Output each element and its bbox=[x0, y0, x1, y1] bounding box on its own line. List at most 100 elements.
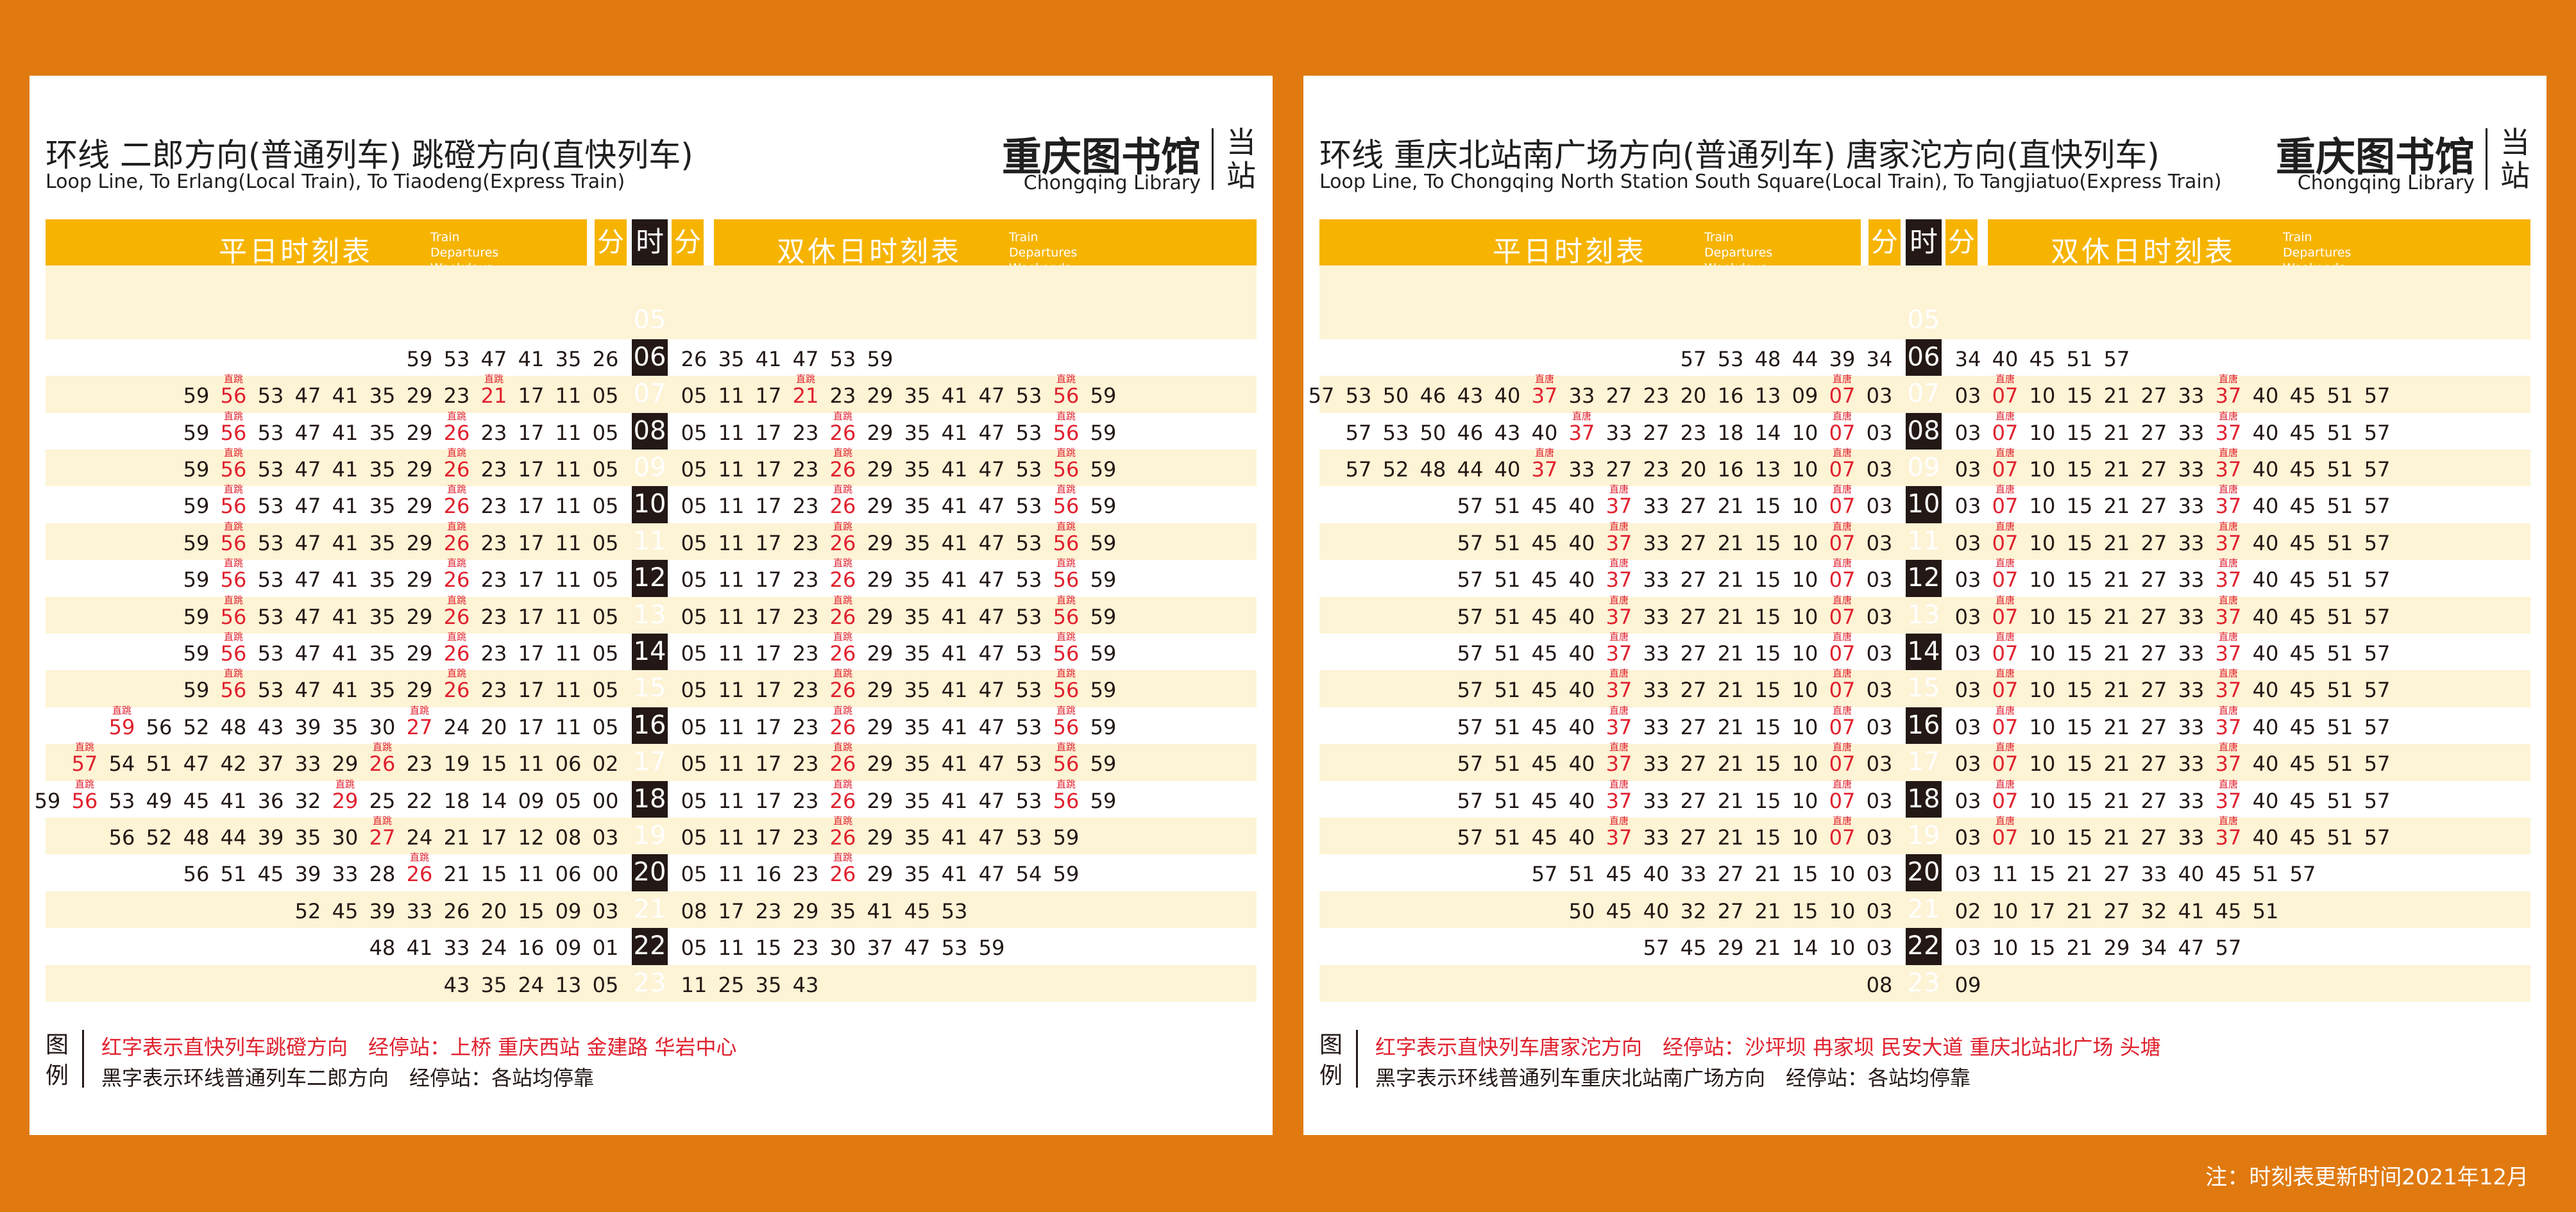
departure-minute: 50 bbox=[1382, 383, 1409, 408]
departure-minute: 57 bbox=[2364, 678, 2391, 703]
express-tag: 直唐 bbox=[2218, 741, 2238, 753]
departure-minute: 37 bbox=[257, 752, 284, 777]
departure-minute: 29 bbox=[792, 898, 819, 923]
hour-cell: 08 bbox=[633, 416, 666, 446]
express-tag: 直跳 bbox=[484, 373, 504, 385]
express-departure-minute: 直唐 07 bbox=[1823, 375, 1861, 408]
departure-minute: 23 bbox=[406, 752, 433, 777]
departure-minute: 53 bbox=[257, 383, 284, 408]
departure-minute: 17 bbox=[518, 383, 545, 408]
departure-minute: 45 bbox=[1531, 494, 1558, 519]
departure-minute: 35 bbox=[904, 530, 931, 555]
express-departure-minute: 直唐 37 bbox=[1600, 743, 1638, 777]
departure-minute: 47 bbox=[480, 346, 507, 371]
departure-minute: 33 bbox=[443, 936, 470, 961]
express-tag: 直跳 bbox=[446, 447, 466, 459]
departure-minute: 40 bbox=[1494, 457, 1521, 482]
express-departure-minute: 直跳 56 bbox=[214, 632, 253, 666]
departure-minute: 17 bbox=[518, 641, 545, 666]
express-departure-minute: 直唐 07 bbox=[1823, 559, 1861, 593]
express-tag: 直唐 bbox=[2218, 815, 2238, 827]
departure-minute: 29 bbox=[406, 678, 433, 703]
departure-minute: 40 bbox=[1568, 568, 1595, 593]
express-departure-minute: 直唐 07 bbox=[1986, 485, 2024, 519]
express-tag: 直唐 bbox=[1832, 704, 1852, 716]
departure-minute: 21 bbox=[2103, 383, 2130, 408]
express-tag: 直唐 bbox=[1609, 704, 1629, 716]
departure-minute: 51 bbox=[2326, 420, 2353, 445]
departure-minute: 33 bbox=[1568, 383, 1595, 408]
departure-minute: 11 bbox=[555, 530, 582, 555]
departure-minute: 33 bbox=[2178, 530, 2205, 555]
express-departure-minute: 直跳 56 bbox=[1047, 705, 1085, 739]
express-departure-minute: 直唐 07 bbox=[1986, 448, 2024, 482]
departure-minute: 41 bbox=[941, 457, 968, 482]
departure-minute: 40 bbox=[2252, 604, 2279, 629]
title-cn: 环线 二郎方向(普通列车) 跳磴方向(直快列车) bbox=[46, 137, 693, 174]
departure-minute: 08 bbox=[681, 898, 708, 923]
departure-minute: 11 bbox=[718, 752, 745, 777]
departure-minute: 40 bbox=[2252, 714, 2279, 739]
departure-minute: 23 bbox=[792, 457, 819, 482]
departure-minute: 41 bbox=[332, 383, 359, 408]
departure-minute: 59 bbox=[183, 383, 210, 408]
express-tag: 直唐 bbox=[1832, 557, 1852, 569]
departure-minute: 20 bbox=[1680, 457, 1707, 482]
departure-minute: 47 bbox=[978, 494, 1005, 519]
express-tag: 直唐 bbox=[1995, 557, 2015, 569]
departure-minute: 27 bbox=[2140, 383, 2167, 408]
departure-minute: 33 bbox=[2178, 788, 2205, 813]
departure-minute: 41 bbox=[941, 420, 968, 445]
express-departure-minute: 直唐 07 bbox=[1986, 779, 2024, 813]
departure-minute: 47 bbox=[978, 383, 1005, 408]
express-tag: 直跳 bbox=[223, 484, 243, 496]
departure-minute: 05 bbox=[592, 678, 619, 703]
departure-minute: 15 bbox=[755, 936, 782, 961]
departure-minute: 46 bbox=[1457, 420, 1484, 445]
departure-minute: 21 bbox=[2066, 936, 2093, 961]
express-tag: 直跳 bbox=[409, 704, 429, 716]
express-tag: 直唐 bbox=[1995, 520, 2015, 532]
departure-minute: 11 bbox=[555, 678, 582, 703]
departure-minute: 21 bbox=[2103, 641, 2130, 666]
departure-minute: 16 bbox=[1717, 383, 1744, 408]
departure-minute: 41 bbox=[941, 641, 968, 666]
departure-minute: 15 bbox=[2029, 862, 2056, 887]
departure-minute: 45 bbox=[2289, 494, 2316, 519]
update-note: 注：时刻表更新时间2021年12月 bbox=[2205, 1165, 2529, 1190]
departure-minute: 35 bbox=[369, 457, 396, 482]
departure-minute: 21 bbox=[2103, 825, 2130, 850]
departure-minute: 35 bbox=[904, 788, 931, 813]
express-departure-minute: 直唐 07 bbox=[1823, 743, 1861, 777]
departure-minute: 47 bbox=[978, 530, 1005, 555]
express-departure-minute: 直唐 37 bbox=[1600, 521, 1638, 555]
departure-minute: 35 bbox=[904, 420, 931, 445]
departure-minute: 03 bbox=[1954, 862, 1981, 887]
departure-minute: 51 bbox=[220, 862, 247, 887]
hour-cell: 12 bbox=[1907, 563, 1940, 593]
express-departure-minute: 直跳 56 bbox=[1047, 485, 1085, 519]
departure-minute: 05 bbox=[681, 383, 708, 408]
departure-minute: 21 bbox=[1717, 604, 1744, 629]
departure-minute: 27 bbox=[1680, 788, 1707, 813]
departure-minute: 35 bbox=[904, 641, 931, 666]
departure-minute: 11 bbox=[718, 825, 745, 850]
express-tag: 直跳 bbox=[74, 778, 94, 790]
express-tag: 直跳 bbox=[446, 631, 466, 643]
express-tag: 直唐 bbox=[2218, 447, 2238, 459]
departure-minute: 40 bbox=[2252, 383, 2279, 408]
departure-minute: 45 bbox=[2289, 825, 2316, 850]
departure-minute: 35 bbox=[369, 604, 396, 629]
departure-minute: 17 bbox=[755, 383, 782, 408]
departure-minute: 15 bbox=[2066, 494, 2093, 519]
departure-minute: 29 bbox=[1717, 936, 1744, 961]
weekend-header: 双休日时刻表 Train Departures Weekends bbox=[714, 219, 1257, 275]
departure-minute: 33 bbox=[1643, 714, 1670, 739]
hour-cell: 19 bbox=[633, 821, 666, 850]
departure-minute: 13 bbox=[1754, 383, 1781, 408]
departure-minute: 45 bbox=[1531, 568, 1558, 593]
departure-minute: 27 bbox=[1717, 898, 1744, 923]
departure-minute: 41 bbox=[332, 530, 359, 555]
express-departure-minute: 直唐 37 bbox=[2209, 559, 2248, 593]
departure-minute: 05 bbox=[592, 714, 619, 739]
